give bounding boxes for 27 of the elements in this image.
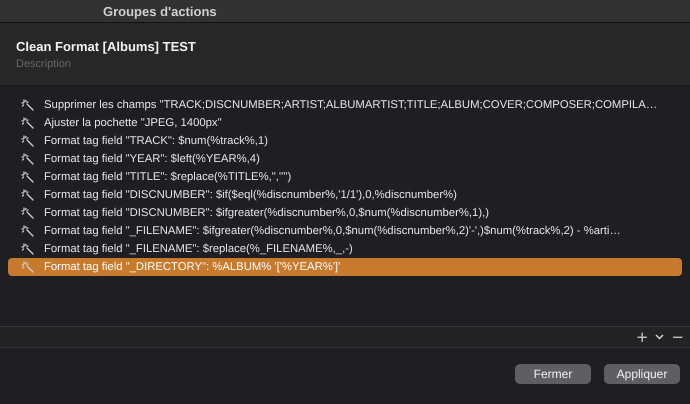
magic-wand-icon	[21, 189, 35, 201]
action-row[interactable]: Supprimer les champs "TRACK;DISCNUMBER;ARTIST;ALBUMARTIST;TITLE;ALBUM;COVER;COMPOSER;COMPILA…	[8, 96, 682, 114]
action-row[interactable]: Format tag field "_FILENAME": $ifgreater(%discnumber%,0,$num(%discnumber%,2)'-',)$num(%track%,2) - %arti…	[8, 222, 682, 240]
action-row[interactable]: Format tag field "DISCNUMBER": $if($eql(%discnumber%,'1/1'),0,%discnumber%)	[8, 186, 682, 204]
action-row[interactable]: Format tag field "TRACK": $num(%track%,1)	[8, 132, 682, 150]
action-row[interactable]: Format tag field "YEAR": $left(%YEAR%,4)	[8, 150, 682, 168]
apply-button[interactable]: Appliquer	[604, 364, 680, 384]
magic-wand-icon	[21, 99, 35, 111]
add-button[interactable]: +	[636, 330, 648, 344]
group-name: Clean Format [Albums] TEST	[16, 38, 197, 54]
remove-button[interactable]: −	[671, 330, 684, 344]
action-row[interactable]: Ajuster la pochette "JPEG, 1400px"	[8, 114, 682, 132]
window-title: Groupes d'actions	[103, 4, 217, 18]
action-row[interactable]: Format tag field "DISCNUMBER": $ifgreater(%discnumber%,0,$num(%discnumber%,1),)	[8, 204, 682, 222]
action-row[interactable]: Format tag field "_FILENAME": $replace(%_FILENAME%,_,-)	[8, 240, 682, 258]
action-row[interactable]: Format tag field "TITLE": $replace(%TITLE%,",'''')	[8, 168, 682, 186]
magic-wand-icon	[21, 135, 35, 147]
chevron-down-icon[interactable]	[655, 334, 664, 340]
magic-wand-icon	[21, 153, 35, 165]
magic-wand-icon	[21, 243, 35, 255]
magic-wand-icon	[21, 207, 35, 219]
magic-wand-icon	[21, 171, 35, 183]
magic-wand-icon	[21, 225, 35, 237]
description-field[interactable]: Description	[16, 58, 316, 70]
magic-wand-icon	[21, 261, 35, 273]
magic-wand-icon	[21, 117, 35, 129]
close-button[interactable]: Fermer	[515, 364, 591, 384]
